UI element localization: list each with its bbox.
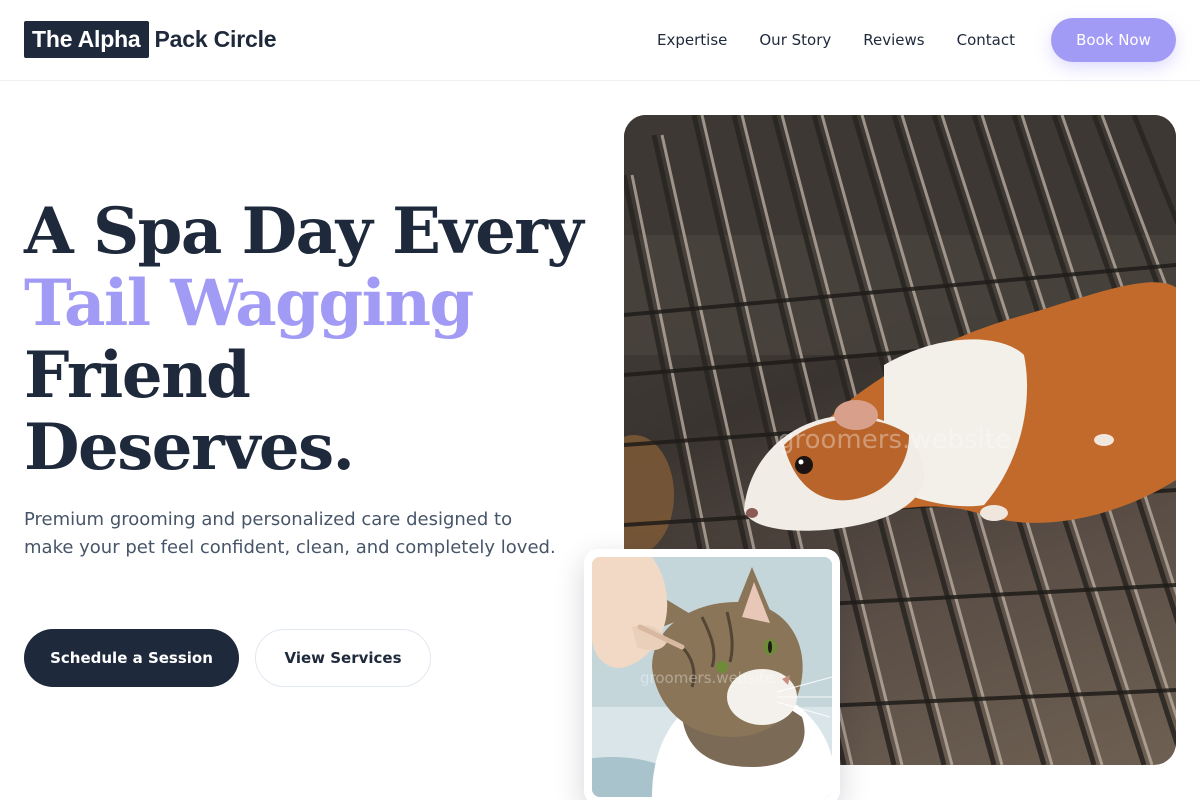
nav-link-expertise[interactable]: Expertise [657,30,727,50]
hero-title-line-1: A Spa Day Every [24,194,584,269]
brand-logo-highlight: The Alpha [24,21,149,58]
hero-image-watermark: groomers.website [778,425,1011,455]
hero-title: A Spa Day Every Tail Wagging Friend Dese… [24,196,584,484]
nav-link-our-story[interactable]: Our Story [759,30,831,50]
schedule-session-button[interactable]: Schedule a Session [24,629,239,687]
book-now-button[interactable]: Book Now [1051,18,1176,62]
brand-logo[interactable]: The Alpha Pack Circle [24,21,277,58]
hero-title-accent: Tail Wagging [24,266,474,341]
hero-title-line-3: Friend [24,338,251,413]
cat-photo-card: groomers.website [584,549,840,800]
cat-photo: groomers.website [592,557,832,797]
brand-logo-text: Pack Circle [154,26,277,52]
hero-title-line-4: Deserves. [24,410,355,485]
nav-link-reviews[interactable]: Reviews [863,30,924,50]
main-nav: Expertise Our Story Reviews Contact [657,30,1015,50]
hero-subtitle: Premium grooming and personalized care d… [24,509,556,558]
nav-link-contact[interactable]: Contact [957,30,1015,50]
site-header: The Alpha Pack Circle Expertise Our Stor… [0,0,1200,81]
view-services-button[interactable]: View Services [255,629,431,687]
cat-image-watermark: groomers.website [640,669,775,687]
